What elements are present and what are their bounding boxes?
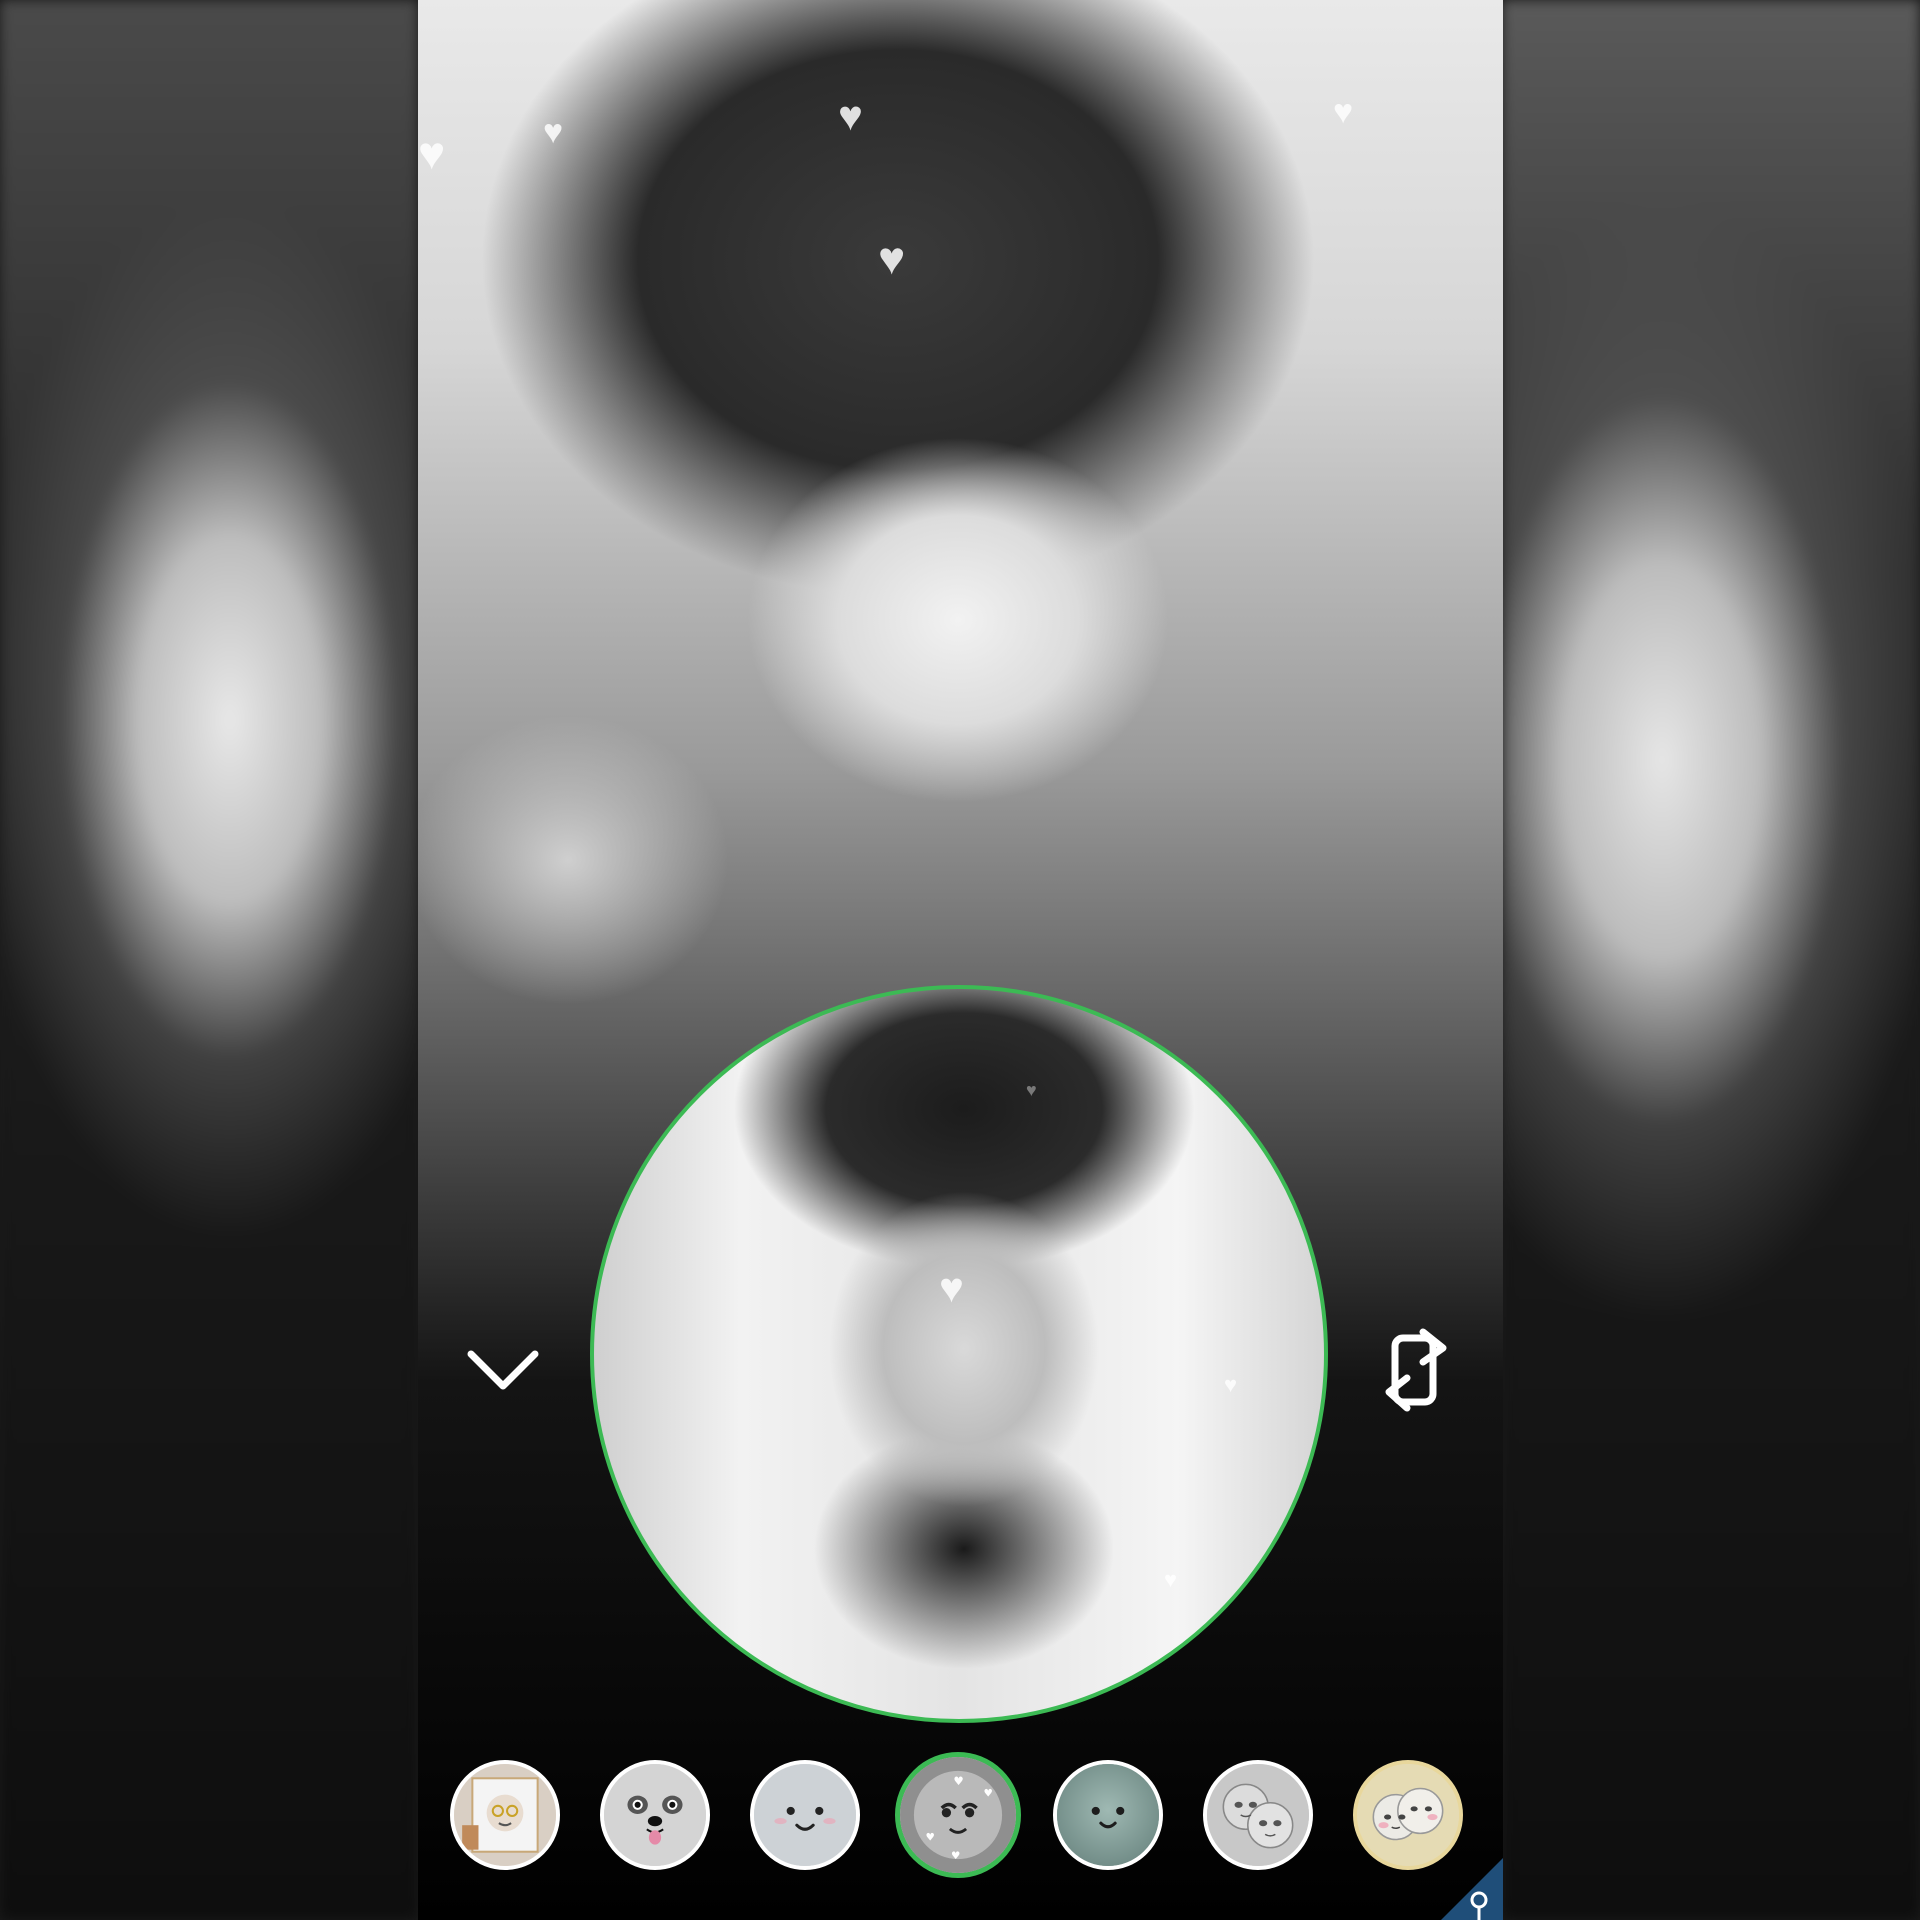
heart-effect-icon: ♥	[878, 232, 906, 284]
heart-effect-icon: ♥	[543, 113, 564, 151]
blurred-background-left	[0, 0, 418, 1920]
svg-text:♥: ♥	[953, 1774, 963, 1788]
lens-cute-face[interactable]	[750, 1760, 860, 1870]
chevron-down-icon	[467, 1350, 539, 1390]
heart-effect-icon: ♥	[418, 127, 446, 179]
couple-face-lens-icon	[1207, 1764, 1309, 1866]
self-view-video[interactable]: ♥ ♥ ♥ ♥	[590, 985, 1328, 1723]
lens-selfie-frame[interactable]	[450, 1760, 560, 1870]
lens-heart-face[interactable]: ♥ ♥ ♥ ♥	[895, 1752, 1021, 1878]
video-call-screen: ♥ ♥ ♥ ♥ ♥ ♥ ♥ ♥ ♥ ♥ ♥ ♥ ♥	[418, 0, 1503, 1920]
flip-camera-icon	[1385, 1328, 1447, 1412]
heart-effect-icon: ♥	[1164, 1567, 1178, 1592]
collapse-button[interactable]	[463, 1335, 543, 1405]
svg-text:♥: ♥	[926, 1832, 935, 1844]
svg-text:♥: ♥	[951, 1850, 960, 1862]
heart-face-lens-icon: ♥ ♥ ♥ ♥	[900, 1757, 1016, 1873]
puppy-face-lens-icon	[604, 1764, 706, 1866]
lens-teal-face[interactable]	[1053, 1760, 1163, 1870]
heart-effect-icon: ♥	[1333, 93, 1354, 131]
heart-effect-icon: ♥	[939, 1264, 964, 1311]
heart-effect-icon: ♥	[1224, 1372, 1238, 1397]
cute-face-lens-icon	[754, 1764, 856, 1866]
blurred-background-right	[1502, 0, 1920, 1920]
lens-puppy-face[interactable]	[600, 1760, 710, 1870]
lens-couple-face[interactable]	[1203, 1760, 1313, 1870]
svg-text:♥: ♥	[984, 1787, 993, 1799]
lens-carousel: ♥ ♥ ♥ ♥	[418, 1752, 1503, 1880]
key-icon	[1441, 1858, 1503, 1920]
heart-effect-icon: ♥	[1026, 1080, 1037, 1100]
teal-face-lens-icon	[1057, 1764, 1159, 1866]
selfie-frame-lens-icon	[454, 1764, 556, 1866]
heart-effect-icon: ♥	[838, 92, 863, 139]
flip-camera-button[interactable]	[1378, 1325, 1458, 1415]
